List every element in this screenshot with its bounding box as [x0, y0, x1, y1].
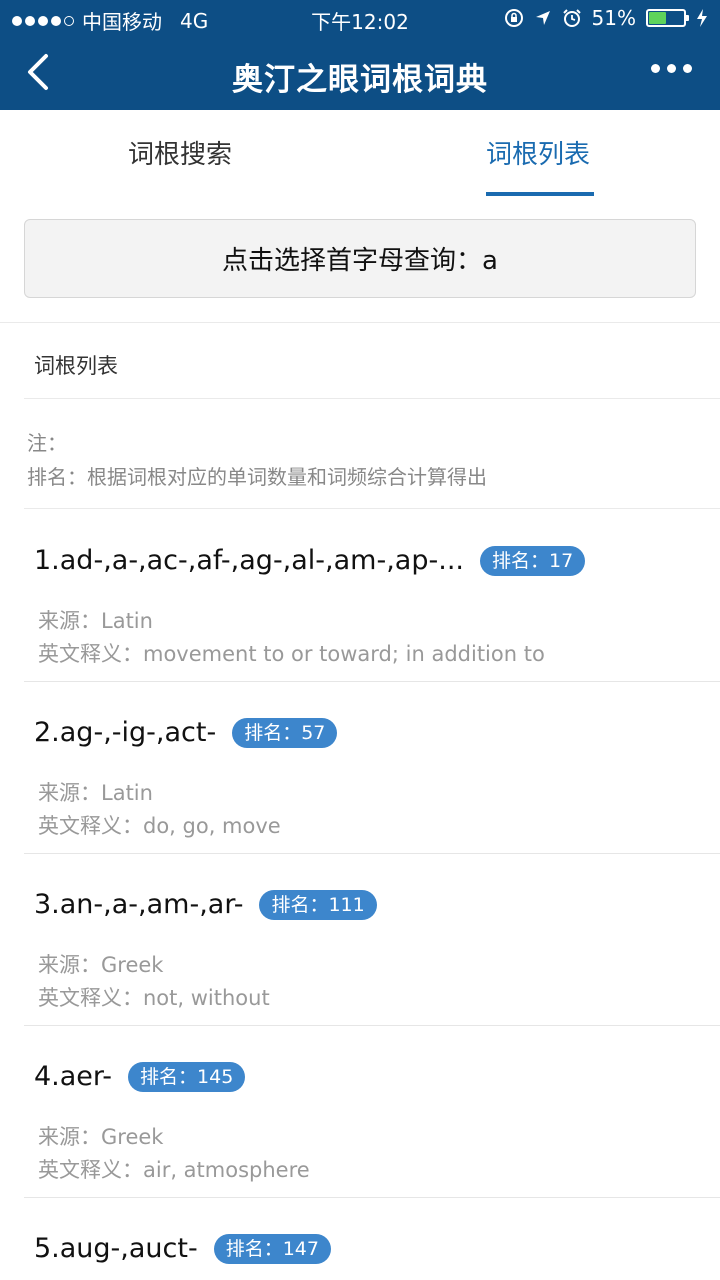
- entry-headline: 2.ag-,-ig-,act- 排名：57: [34, 717, 338, 748]
- rotation-lock-icon: [504, 9, 523, 27]
- divider: [24, 398, 720, 399]
- charging-icon: [697, 9, 707, 27]
- status-bar: 中国移动 4G 下午12:02 51%: [0, 0, 720, 36]
- meaning-text: 英文释义：not, without: [38, 986, 270, 1010]
- battery-icon: [646, 9, 689, 27]
- entry-headline: 5.aug-,auct- 排名：147: [34, 1233, 331, 1264]
- root-text: 4.aer-: [34, 1061, 113, 1092]
- root-text: 1.ad-,a-,ac-,af-,ag-,al-,am-,ap-...: [34, 545, 464, 576]
- origin-text: 来源：Greek: [38, 953, 164, 977]
- letter-select-label: 点击选择首字母查询：a: [222, 246, 498, 276]
- note-text: 排名：根据词根对应的单词数量和词频综合计算得出: [27, 465, 487, 489]
- origin-text: 来源：Latin: [38, 781, 153, 805]
- rank-badge: 排名：147: [213, 1233, 331, 1264]
- note-label: 注：: [27, 431, 67, 455]
- rank-badge: 排名：111: [259, 889, 377, 920]
- status-icons: 51%: [504, 6, 708, 30]
- list-item[interactable]: 4.aer- 排名：145 来源：Greek 英文释义：air, atmosph…: [0, 1026, 720, 1198]
- meaning-text: 英文释义：movement to or toward; in addition …: [38, 642, 545, 666]
- section-title: 词根列表: [34, 354, 118, 378]
- list-item[interactable]: 3.an-,a-,am-,ar- 排名：111 来源：Greek 英文释义：no…: [0, 854, 720, 1026]
- root-text: 2.ag-,-ig-,act-: [34, 717, 217, 748]
- list-item[interactable]: 5.aug-,auct- 排名：147: [0, 1198, 720, 1280]
- meaning-text: 英文释义：do, go, move: [38, 814, 281, 838]
- entry-headline: 1.ad-,a-,ac-,af-,ag-,al-,am-,ap-... 排名：1…: [34, 545, 586, 576]
- root-text: 3.an-,a-,am-,ar-: [34, 889, 244, 920]
- rank-badge: 排名：57: [232, 717, 338, 748]
- battery-percent: 51%: [591, 6, 636, 30]
- list-item[interactable]: 1.ad-,a-,ac-,af-,ag-,al-,am-,ap-... 排名：1…: [0, 510, 720, 682]
- entry-headline: 4.aer- 排名：145: [34, 1061, 246, 1092]
- location-icon: [535, 11, 550, 25]
- root-text: 5.aug-,auct-: [34, 1233, 198, 1264]
- tab-root-list[interactable]: 词根列表: [486, 134, 590, 171]
- rank-badge: 排名：17: [479, 545, 586, 576]
- meaning-text: 英文释义：air, atmosphere: [38, 1158, 310, 1182]
- list-item[interactable]: 2.ag-,-ig-,act- 排名：57 来源：Latin 英文释义：do, …: [0, 682, 720, 854]
- tab-root-search[interactable]: 词根搜索: [128, 134, 232, 171]
- letter-select-button[interactable]: 点击选择首字母查询：a: [24, 219, 696, 298]
- divider: [0, 322, 720, 323]
- divider: [24, 508, 720, 509]
- origin-text: 来源：Latin: [38, 609, 153, 633]
- tab-bar: 词根搜索 词根列表: [0, 110, 720, 200]
- active-tab-indicator: [486, 192, 594, 196]
- nav-bar: 奥汀之眼词根词典: [0, 36, 720, 110]
- origin-text: 来源：Greek: [38, 1125, 164, 1149]
- alarm-icon: [562, 9, 581, 27]
- more-options-icon[interactable]: [651, 64, 692, 73]
- entry-headline: 3.an-,a-,am-,ar- 排名：111: [34, 889, 377, 920]
- page-title: 奥汀之眼词根词典: [232, 62, 488, 98]
- ranking-note: 注： 排名：根据词根对应的单词数量和词频综合计算得出: [27, 426, 487, 494]
- rank-badge: 排名：145: [128, 1061, 246, 1092]
